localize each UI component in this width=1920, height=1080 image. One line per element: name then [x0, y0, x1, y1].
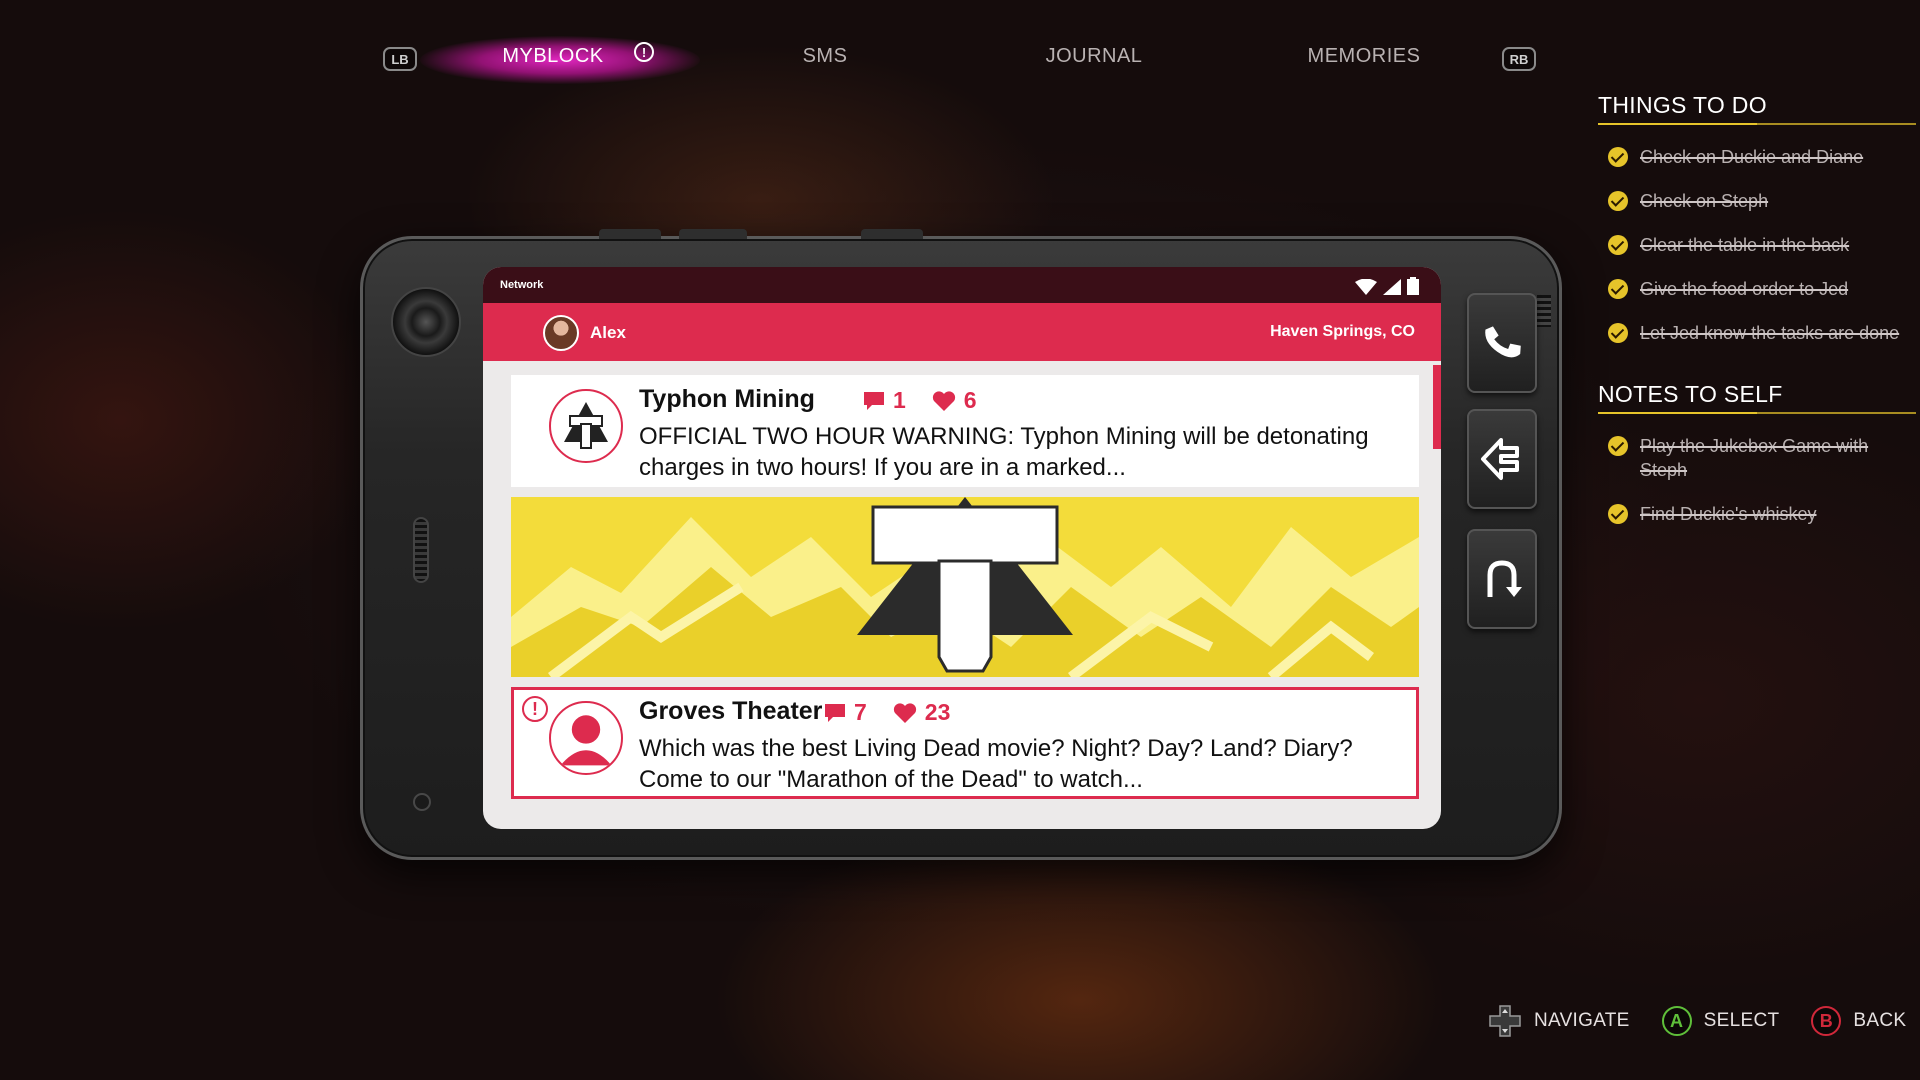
user-avatar — [543, 315, 579, 351]
task-text: Let Jed know the tasks are done — [1640, 323, 1900, 343]
heart-icon — [893, 702, 916, 723]
select-label: SELECT — [1703, 1010, 1780, 1031]
tab-sms[interactable]: SMS — [740, 45, 910, 68]
a-button-icon: A — [1661, 1006, 1692, 1036]
feed-post-selected[interactable]: ! Groves Theater 7 23 Which was the best… — [511, 687, 1419, 799]
speaker-grille — [413, 517, 429, 583]
task-text: Give the food order to Jed — [1640, 279, 1849, 299]
tab-myblock[interactable]: MYBLOCK — [468, 45, 638, 68]
app-button[interactable] — [1467, 409, 1537, 509]
b-button-key: B — [1819, 1010, 1834, 1031]
task-item: Check on Duckie and Diane — [1598, 145, 1916, 169]
post-alert-icon: ! — [522, 696, 548, 722]
post-banner-image — [511, 497, 1419, 677]
post-text: OFFICIAL TWO HOUR WARNING: Typhon Mining… — [639, 423, 1369, 481]
task-text: Check on Duckie and Diane — [1640, 147, 1864, 167]
app-icon — [1481, 438, 1519, 480]
microphone — [413, 793, 431, 811]
comment-icon — [864, 391, 884, 410]
app-header: Alex Haven Springs, CO — [483, 303, 1441, 361]
back-button[interactable] — [1467, 529, 1537, 629]
comment-count: 1 — [893, 387, 906, 413]
top-navigation: LB MYBLOCK ! SMS JOURNAL MEMORIES RB — [0, 36, 1560, 84]
feed-post[interactable]: Typhon Mining 1 6 OFFICIAL TWO HOUR WARN… — [511, 375, 1419, 487]
alert-glyph: ! — [641, 44, 647, 60]
feed[interactable]: Typhon Mining 1 6 OFFICIAL TWO HOUR WARN… — [483, 361, 1441, 829]
navigate-prompt: NAVIGATE — [1488, 1004, 1630, 1038]
post-stats: 7 23 — [824, 699, 950, 726]
note-text: Find Duckie's whiskey — [1640, 504, 1817, 524]
check-icon — [1608, 147, 1628, 167]
note-item: Find Duckie's whiskey — [1598, 502, 1916, 526]
tab-journal-label: JOURNAL — [1045, 45, 1143, 67]
post-alert-glyph: ! — [532, 698, 538, 719]
scrollbar-thumb[interactable] — [1433, 365, 1441, 449]
phone-screen: Network Alex Haven Springs, CO Typhon Mi… — [483, 267, 1441, 829]
signal-icon — [1383, 279, 1401, 295]
check-icon — [1608, 504, 1628, 524]
tab-myblock-label: MYBLOCK — [502, 45, 604, 67]
tab-memories[interactable]: MEMORIES — [1279, 45, 1449, 68]
select-prompt[interactable]: A SELECT — [1661, 1006, 1780, 1036]
back-label: BACK — [1853, 1010, 1907, 1031]
check-icon — [1608, 191, 1628, 211]
things-to-do-title: THINGS TO DO — [1598, 92, 1916, 125]
tab-memories-label: MEMORIES — [1307, 45, 1421, 67]
check-icon — [1608, 323, 1628, 343]
check-icon — [1608, 235, 1628, 255]
task-item: Let Jed know the tasks are done — [1598, 321, 1916, 345]
lb-bumper-button[interactable]: LB — [383, 47, 417, 71]
note-item: Play the Jukebox Game with Steph — [1598, 434, 1916, 482]
back-prompt[interactable]: B BACK — [1811, 1006, 1906, 1036]
phone-top-button — [679, 229, 747, 239]
check-icon — [1608, 436, 1628, 456]
user-placeholder-icon — [549, 701, 623, 775]
phone-device: Network Alex Haven Springs, CO Typhon Mi… — [360, 229, 1562, 860]
task-item: Give the food order to Jed — [1598, 277, 1916, 301]
notes-to-self-title: NOTES TO SELF — [1598, 381, 1916, 414]
alert-icon: ! — [634, 42, 654, 62]
post-author: Groves Theater — [639, 697, 823, 725]
user-name: Alex — [590, 323, 626, 342]
wifi-icon — [1355, 279, 1377, 295]
rb-bumper-button[interactable]: RB — [1502, 47, 1536, 71]
task-item: Clear the table in the back — [1598, 233, 1916, 257]
post-stats: 1 6 — [863, 387, 977, 414]
b-button-icon: B — [1811, 1006, 1842, 1036]
task-text: Check on Steph — [1640, 191, 1769, 211]
battery-icon — [1407, 277, 1419, 295]
navigate-label: NAVIGATE — [1534, 1010, 1630, 1031]
lb-label: LB — [391, 51, 409, 67]
check-icon — [1608, 279, 1628, 299]
a-button-key: A — [1670, 1010, 1684, 1031]
objectives-panel: THINGS TO DO Check on Duckie and Diane C… — [1598, 92, 1916, 526]
task-item: Check on Steph — [1598, 189, 1916, 213]
task-text: Clear the table in the back — [1640, 235, 1850, 255]
side-grille — [1537, 295, 1551, 327]
comment-count: 7 — [854, 699, 867, 725]
comment-icon — [825, 703, 845, 722]
note-text: Play the Jukebox Game with Steph — [1640, 436, 1869, 480]
button-prompts: NAVIGATE A SELECT B BACK — [1488, 1004, 1906, 1038]
location-label: Haven Springs, CO — [1270, 323, 1415, 340]
scrollbar[interactable] — [1433, 361, 1441, 661]
like-count: 23 — [924, 699, 951, 725]
back-arrow-icon — [1487, 560, 1522, 597]
phone-call-icon — [1485, 326, 1521, 358]
post-author: Typhon Mining — [639, 385, 815, 413]
heart-icon — [932, 390, 955, 411]
camera-lens — [391, 287, 461, 357]
post-text: Which was the best Living Dead movie? Ni… — [639, 735, 1353, 793]
tab-sms-label: SMS — [802, 45, 848, 67]
typhon-logo-icon — [549, 389, 623, 463]
rb-label: RB — [1509, 51, 1529, 67]
call-button[interactable] — [1467, 293, 1537, 393]
dpad-icon — [1489, 1005, 1521, 1037]
status-bar: Network — [483, 267, 1441, 303]
phone-top-button — [599, 229, 661, 239]
network-label: Network — [500, 279, 544, 291]
phone-top-button — [861, 229, 923, 239]
tab-journal[interactable]: JOURNAL — [1009, 45, 1179, 68]
like-count: 6 — [963, 387, 977, 413]
